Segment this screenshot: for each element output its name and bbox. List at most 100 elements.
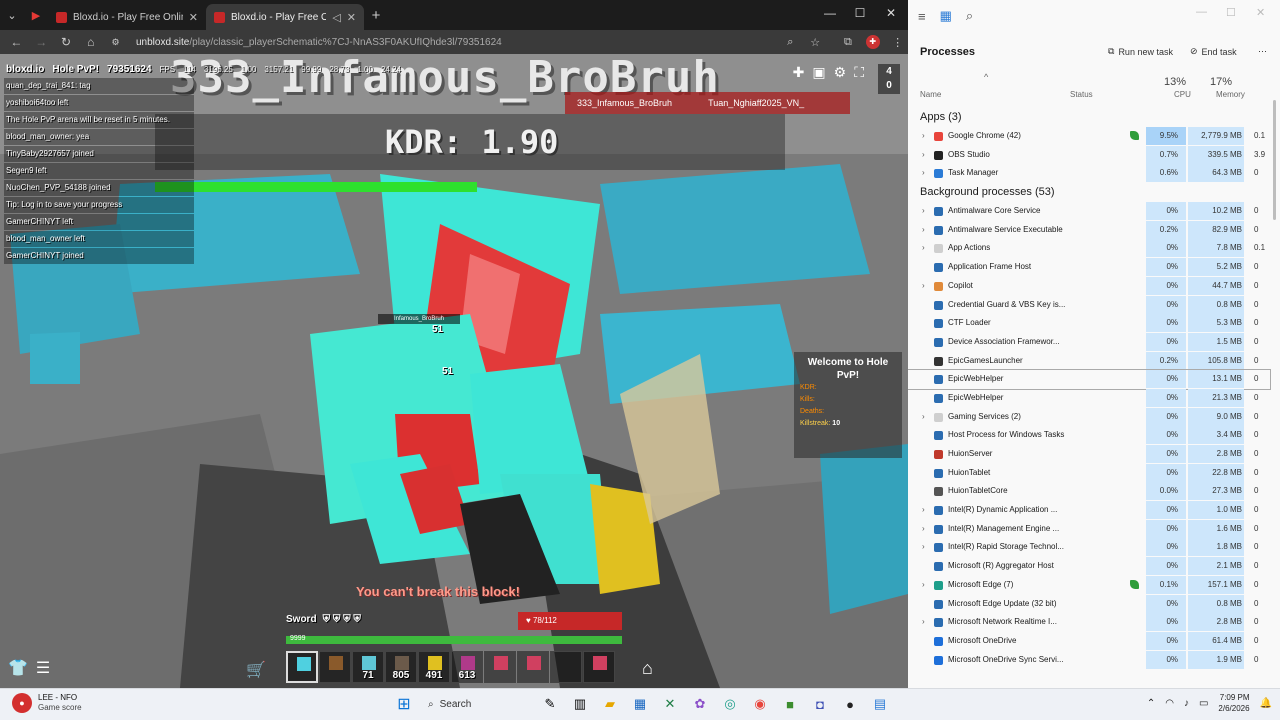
reload-icon[interactable]: ↻ (56, 32, 77, 52)
address-bar[interactable]: unbloxd.site/play/classic_playerSchemati… (136, 37, 776, 48)
shop-cart-icon[interactable]: 🛒 (246, 660, 270, 682)
hotbar-slot[interactable]: 613 (451, 651, 483, 683)
excel-icon[interactable]: ✕ (658, 691, 682, 717)
task-view-icon[interactable]: ▥ (568, 691, 592, 717)
close-tab-icon[interactable]: ✕ (347, 11, 356, 24)
process-row[interactable]: › OBS Studio 0.7% 339.5 MB 3.9 (908, 145, 1270, 165)
tab-bloxd-1[interactable]: Bloxd.io - Play Free Online Gam ✕ (48, 4, 206, 30)
process-row[interactable]: Credential Guard & VBS Key is... 0% 0.8 MB… (908, 295, 1270, 315)
process-row[interactable]: EpicWebHelper 0% 21.3 MB 0 (908, 388, 1270, 408)
process-row[interactable]: › Antimalware Core Service 0% 10.2 MB 0 (908, 202, 1270, 221)
process-row[interactable]: › Intel(R) Management Engine ... 0% 1.6 MB 0 (908, 519, 1270, 539)
expand-chevron-icon[interactable]: › (922, 277, 925, 296)
copilot-icon[interactable]: ✿ (688, 691, 712, 717)
inventory-bag-icon[interactable]: ⌂ (642, 658, 664, 682)
game-viewport[interactable]: 333_Infamous_BroBruh bloxd.io Hole PvP! … (0, 54, 908, 688)
battery-icon[interactable]: ▭ (1199, 698, 1208, 709)
process-row[interactable]: EpicWebHelper 0% 13.1 MB 0 (908, 369, 1271, 390)
minimize-icon[interactable]: — (816, 6, 844, 20)
new-tab-icon[interactable]: + (364, 3, 388, 27)
game-score-widget[interactable]: ● LEE - NFO Game score (12, 693, 82, 713)
memory-column-header[interactable]: Memory (1216, 90, 1245, 99)
scrollbar[interactable] (1273, 100, 1276, 220)
hotbar-slot[interactable] (484, 651, 516, 683)
expand-chevron-icon[interactable]: › (922, 127, 925, 146)
process-row[interactable]: › Copilot 0% 44.7 MB 0 (908, 276, 1270, 296)
minecraft-icon[interactable]: ■ (778, 691, 802, 717)
process-row[interactable]: › Gaming Services (2) 0% 9.0 MB 0 (908, 407, 1270, 427)
process-row[interactable]: Host Process for Windows Tasks 0% 3.4 MB 0 (908, 426, 1270, 445)
expand-chevron-icon[interactable]: › (922, 576, 925, 595)
process-row[interactable]: › Google Chrome (42) 9.5% 2,779.9 MB 0.1 (908, 127, 1270, 146)
hotbar-slot[interactable]: 491 (418, 651, 450, 683)
calculator-icon[interactable]: ▦ (628, 691, 652, 717)
hotbar-slot[interactable] (319, 651, 351, 683)
list-icon[interactable]: ☰ (36, 658, 50, 678)
widgets-icon[interactable]: ✎ (538, 691, 562, 717)
expand-chevron-icon[interactable]: › (922, 501, 925, 520)
process-row[interactable]: › Intel(R) Dynamic Application ... 0% 1.0 M… (908, 501, 1270, 520)
process-row[interactable]: Microsoft OneDrive 0% 61.4 MB 0 (908, 631, 1270, 651)
tm-close-icon[interactable]: ✕ (1256, 6, 1265, 19)
process-row[interactable]: HuionTabletCore 0.0% 27.3 MB 0 (908, 482, 1270, 501)
chat-icon[interactable]: ▣ (812, 64, 825, 81)
fullscreen-icon[interactable]: ⛶ (854, 64, 864, 81)
tm-maximize-icon[interactable]: ☐ (1226, 6, 1236, 19)
taskbar-search[interactable]: ⌕ Search (422, 692, 532, 716)
process-row[interactable]: › Microsoft Network Realtime I... 0% 2.8 MB… (908, 613, 1270, 632)
hotbar-slot[interactable] (286, 651, 318, 683)
tray-chevron-icon[interactable]: ⌃ (1147, 698, 1155, 709)
process-row[interactable]: Microsoft Edge Update (32 bit) 0% 0.8 MB 0 (908, 594, 1270, 614)
expand-chevron-icon[interactable]: › (922, 146, 925, 165)
expand-chevron-icon[interactable]: › (922, 538, 925, 557)
close-tab-icon[interactable]: ✕ (189, 11, 198, 24)
extensions-icon[interactable]: ⧉ (838, 32, 859, 52)
hamburger-icon[interactable]: ≡ (918, 9, 926, 24)
process-row[interactable]: Microsoft (R) Aggregator Host 0% 2.1 MB 0 (908, 557, 1270, 576)
expand-chevron-icon[interactable]: › (922, 520, 925, 539)
expand-chevron-icon[interactable]: › (922, 613, 925, 632)
process-row[interactable]: Application Frame Host 0% 5.2 MB 0 (908, 258, 1270, 277)
expand-chevron-icon[interactable]: › (922, 221, 925, 240)
profile-icon[interactable]: ✚ (862, 32, 883, 52)
process-row[interactable]: › Microsoft Edge (7) 0.1% 157.1 MB 0 (908, 575, 1270, 595)
tab-bloxd-2[interactable]: Bloxd.io - Play Free Online ◁ ✕ (206, 4, 364, 30)
hotbar-slot[interactable] (583, 651, 615, 683)
wifi-icon[interactable]: ◠ (1165, 698, 1174, 709)
hotbar-slot[interactable]: 805 (385, 651, 417, 683)
site-info-icon[interactable]: ⚙ (105, 32, 126, 52)
name-column-header[interactable]: Name (920, 90, 941, 99)
process-row[interactable]: › Task Manager 0.6% 64.3 MB 0 (908, 164, 1270, 183)
process-row[interactable]: HuionTablet 0% 22.8 MB 0 (908, 463, 1270, 483)
shirt-icon[interactable]: 👕 (8, 658, 28, 678)
chrome-icon[interactable]: ◉ (748, 691, 772, 717)
process-row[interactable]: Microsoft OneDrive Sync Servi... 0% 1.9 MB… (908, 650, 1270, 670)
star-icon[interactable]: ☆ (805, 32, 826, 52)
expand-chevron-icon[interactable]: › (922, 164, 925, 183)
hotbar-slot[interactable]: 71 (352, 651, 384, 683)
expand-chevron-icon[interactable]: › (922, 239, 925, 258)
search-icon[interactable]: ⌕ (780, 32, 801, 52)
app-icon[interactable]: ◘ (808, 691, 832, 717)
process-row[interactable]: › App Actions 0% 7.8 MB 0.1 (908, 239, 1270, 258)
notifications-icon[interactable]: 🔔 (1260, 698, 1272, 709)
search-icon[interactable]: ⌕ (966, 8, 973, 24)
youtube-pinned-tab[interactable]: ▶ (24, 3, 48, 27)
gear-icon[interactable]: ⚙ (834, 64, 847, 81)
maximize-icon[interactable]: ☐ (846, 6, 874, 20)
forward-icon[interactable]: → (31, 32, 52, 52)
tm-minimize-icon[interactable]: — (1196, 6, 1207, 18)
obs-icon[interactable]: ● (838, 691, 862, 717)
hotbar-slot[interactable] (517, 651, 549, 683)
process-row[interactable]: HuionServer 0% 2.8 MB 0 (908, 445, 1270, 464)
edge-icon[interactable]: ◎ (718, 691, 742, 717)
add-friend-icon[interactable]: ✚ (793, 64, 805, 81)
tab-search-icon[interactable]: ⌄ (0, 3, 24, 27)
process-row[interactable]: Device Association Framewor... 0% 1.5 MB 0 (908, 332, 1270, 352)
more-options-icon[interactable]: ⋯ (1258, 46, 1267, 57)
audio-icon[interactable]: ◁ (332, 11, 340, 24)
status-column-header[interactable]: Status (1070, 90, 1093, 99)
expand-chevron-icon[interactable]: › (922, 202, 925, 221)
windows-logo-icon[interactable]: ⊞ (392, 691, 416, 717)
process-row[interactable]: CTF Loader 0% 5.3 MB 0 (908, 314, 1270, 333)
